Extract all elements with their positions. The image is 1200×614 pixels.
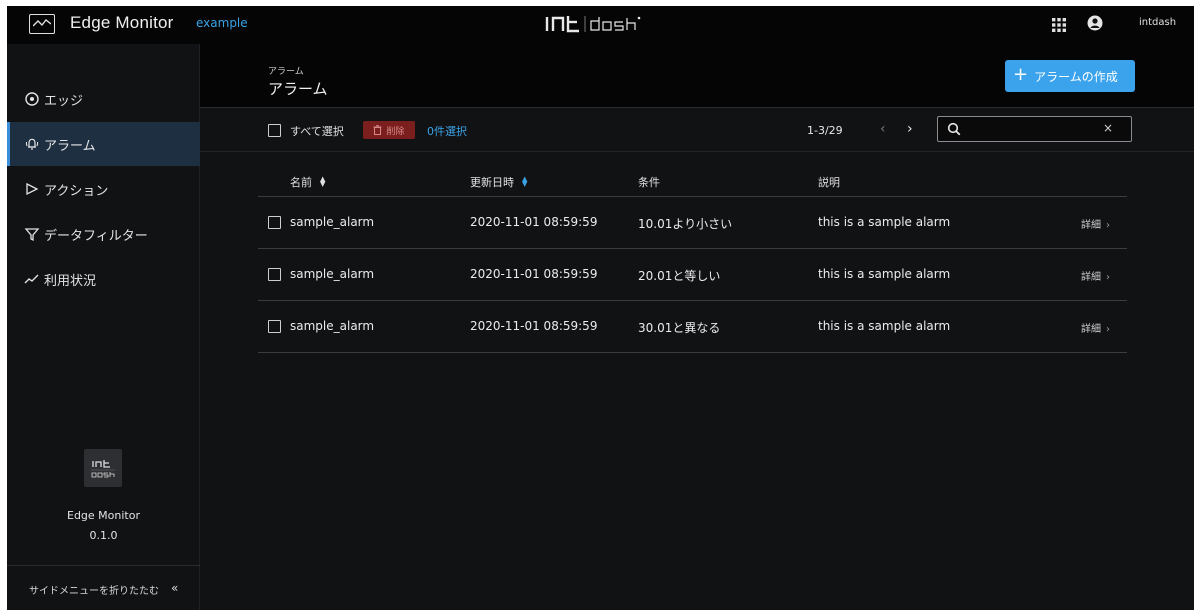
alarm-table: 名前 ▲ ▼ 更新日時 ▲ ▼ 条件 説明 sample_alarm 2020-11… — [258, 152, 1127, 353]
column-label: 名前 — [290, 176, 312, 189]
version-number: 0.1.0 — [89, 529, 118, 542]
column-header-description: 説明 — [818, 174, 840, 190]
sidebar-item-edge[interactable]: エッジ — [7, 77, 200, 121]
list-toolbar: すべて選択 削除 0件選択 1-3/29 ‹ › × — [200, 108, 1194, 152]
chevron-right-icon: › — [1106, 272, 1110, 283]
sort-icon: ▲ ▼ — [320, 175, 326, 188]
plus-icon: + — [1013, 64, 1029, 85]
trend-icon — [24, 274, 39, 284]
user-name[interactable]: intdash — [1139, 17, 1176, 28]
row-checkbox[interactable] — [268, 268, 281, 281]
monitor-icon — [29, 14, 55, 34]
cell-updated: 2020-11-01 08:59:59 — [470, 319, 598, 333]
row-checkbox[interactable] — [268, 216, 281, 229]
cell-condition: 30.01と異なる — [638, 321, 721, 335]
chevron-left-icon[interactable]: ‹ — [880, 121, 886, 137]
cell-updated: 2020-11-01 08:59:59 — [470, 215, 598, 229]
delete-button[interactable]: 削除 — [363, 121, 415, 139]
column-label: 更新日時 — [470, 176, 514, 189]
cell-description: this is a sample alarm — [818, 319, 951, 333]
cell-condition: 20.01と等しい — [638, 269, 721, 283]
collapse-sidebar-button[interactable]: サイドメニューを折りたたむ « — [7, 565, 200, 610]
column-header-name[interactable]: 名前 ▲ ▼ — [290, 174, 325, 190]
sidebar-item-label: 利用状況 — [44, 273, 97, 289]
table-row[interactable]: sample_alarm 2020-11-01 08:59:59 30.01と異… — [258, 301, 1127, 353]
column-label: 説明 — [818, 176, 840, 189]
detail-link[interactable]: 詳細 › — [1081, 268, 1110, 283]
cell-condition: 10.01より小さい — [638, 217, 733, 231]
page-title: アラーム — [268, 80, 328, 98]
chevron-right-icon: › — [1106, 324, 1110, 335]
search-input[interactable] — [968, 120, 1098, 138]
delete-label: 削除 — [386, 126, 405, 137]
project-name[interactable]: example — [196, 16, 248, 30]
user-avatar-icon[interactable] — [1087, 15, 1103, 31]
cell-updated: 2020-11-01 08:59:59 — [470, 267, 598, 281]
select-all-label[interactable]: すべて選択 — [290, 123, 344, 139]
pagination-range: 1-3/29 — [807, 124, 843, 137]
column-header-updated[interactable]: 更新日時 ▲ ▼ — [470, 174, 527, 190]
detail-label: 詳細 — [1081, 324, 1101, 335]
detail-link[interactable]: 詳細 › — [1081, 320, 1110, 335]
detail-link[interactable]: 詳細 › — [1081, 216, 1110, 231]
app-title: Edge Monitor — [70, 13, 174, 32]
detail-label: 詳細 — [1081, 220, 1101, 231]
collapse-sidebar-label: サイドメニューを折りたたむ — [29, 586, 159, 597]
sidebar-item-label: エッジ — [44, 93, 84, 109]
intdash-logo — [545, 16, 641, 33]
sidebar-item-alarm[interactable]: アラーム — [7, 122, 200, 166]
table-row[interactable]: sample_alarm 2020-11-01 08:59:59 10.01より… — [258, 197, 1127, 249]
create-alarm-label: アラームの作成 — [1034, 69, 1118, 84]
cell-description: this is a sample alarm — [818, 215, 951, 229]
top-bar: Edge Monitor example intdash — [7, 6, 1194, 44]
cell-name: sample_alarm — [290, 267, 375, 281]
breadcrumb[interactable]: アラーム — [268, 64, 304, 77]
chevron-right-icon: › — [1106, 220, 1110, 231]
cell-description: this is a sample alarm — [818, 267, 951, 281]
sort-icon: ▲ ▼ — [522, 175, 528, 188]
sidebar: エッジ アラーム アクション データフィルター 利用状況 Edge Monito… — [7, 44, 200, 610]
table-header: 名前 ▲ ▼ 更新日時 ▲ ▼ 条件 説明 — [258, 152, 1127, 197]
trash-icon — [373, 125, 382, 135]
filter-icon — [24, 228, 40, 242]
search-box: × — [937, 116, 1132, 142]
cell-name: sample_alarm — [290, 215, 375, 229]
column-label: 条件 — [638, 176, 660, 189]
bell-icon — [25, 138, 39, 150]
row-checkbox[interactable] — [268, 320, 281, 333]
column-header-condition: 条件 — [638, 174, 660, 190]
cell-name: sample_alarm — [290, 319, 375, 333]
sidebar-item-usage[interactable]: 利用状況 — [7, 257, 200, 301]
selected-count: 0件選択 — [427, 125, 467, 138]
target-icon — [25, 92, 39, 106]
select-all-checkbox[interactable] — [268, 124, 281, 137]
version-app-name: Edge Monitor — [67, 509, 140, 522]
intdash-badge-icon — [84, 449, 122, 487]
app-window: Edge Monitor example intdash エッジ アラーム アク… — [7, 6, 1194, 610]
sidebar-item-label: アクション — [44, 183, 109, 199]
sidebar-item-label: アラーム — [44, 138, 96, 154]
apps-grid-icon[interactable] — [1051, 17, 1067, 33]
clear-search-icon[interactable]: × — [1103, 121, 1113, 135]
sidebar-item-action[interactable]: アクション — [7, 167, 200, 211]
search-icon — [947, 122, 961, 136]
chevron-right-icon[interactable]: › — [907, 121, 913, 137]
play-icon — [26, 182, 39, 196]
create-alarm-button[interactable]: + アラームの作成 — [1005, 60, 1135, 92]
page-header: アラーム アラーム + アラームの作成 — [200, 44, 1194, 108]
sidebar-item-label: データフィルター — [44, 228, 148, 244]
double-chevron-left-icon: « — [171, 581, 179, 595]
sidebar-item-data-filter[interactable]: データフィルター — [7, 212, 200, 256]
table-row[interactable]: sample_alarm 2020-11-01 08:59:59 20.01と等… — [258, 249, 1127, 301]
main-content: アラーム アラーム + アラームの作成 すべて選択 削除 0件選択 1-3/29… — [200, 44, 1194, 610]
detail-label: 詳細 — [1081, 272, 1101, 283]
